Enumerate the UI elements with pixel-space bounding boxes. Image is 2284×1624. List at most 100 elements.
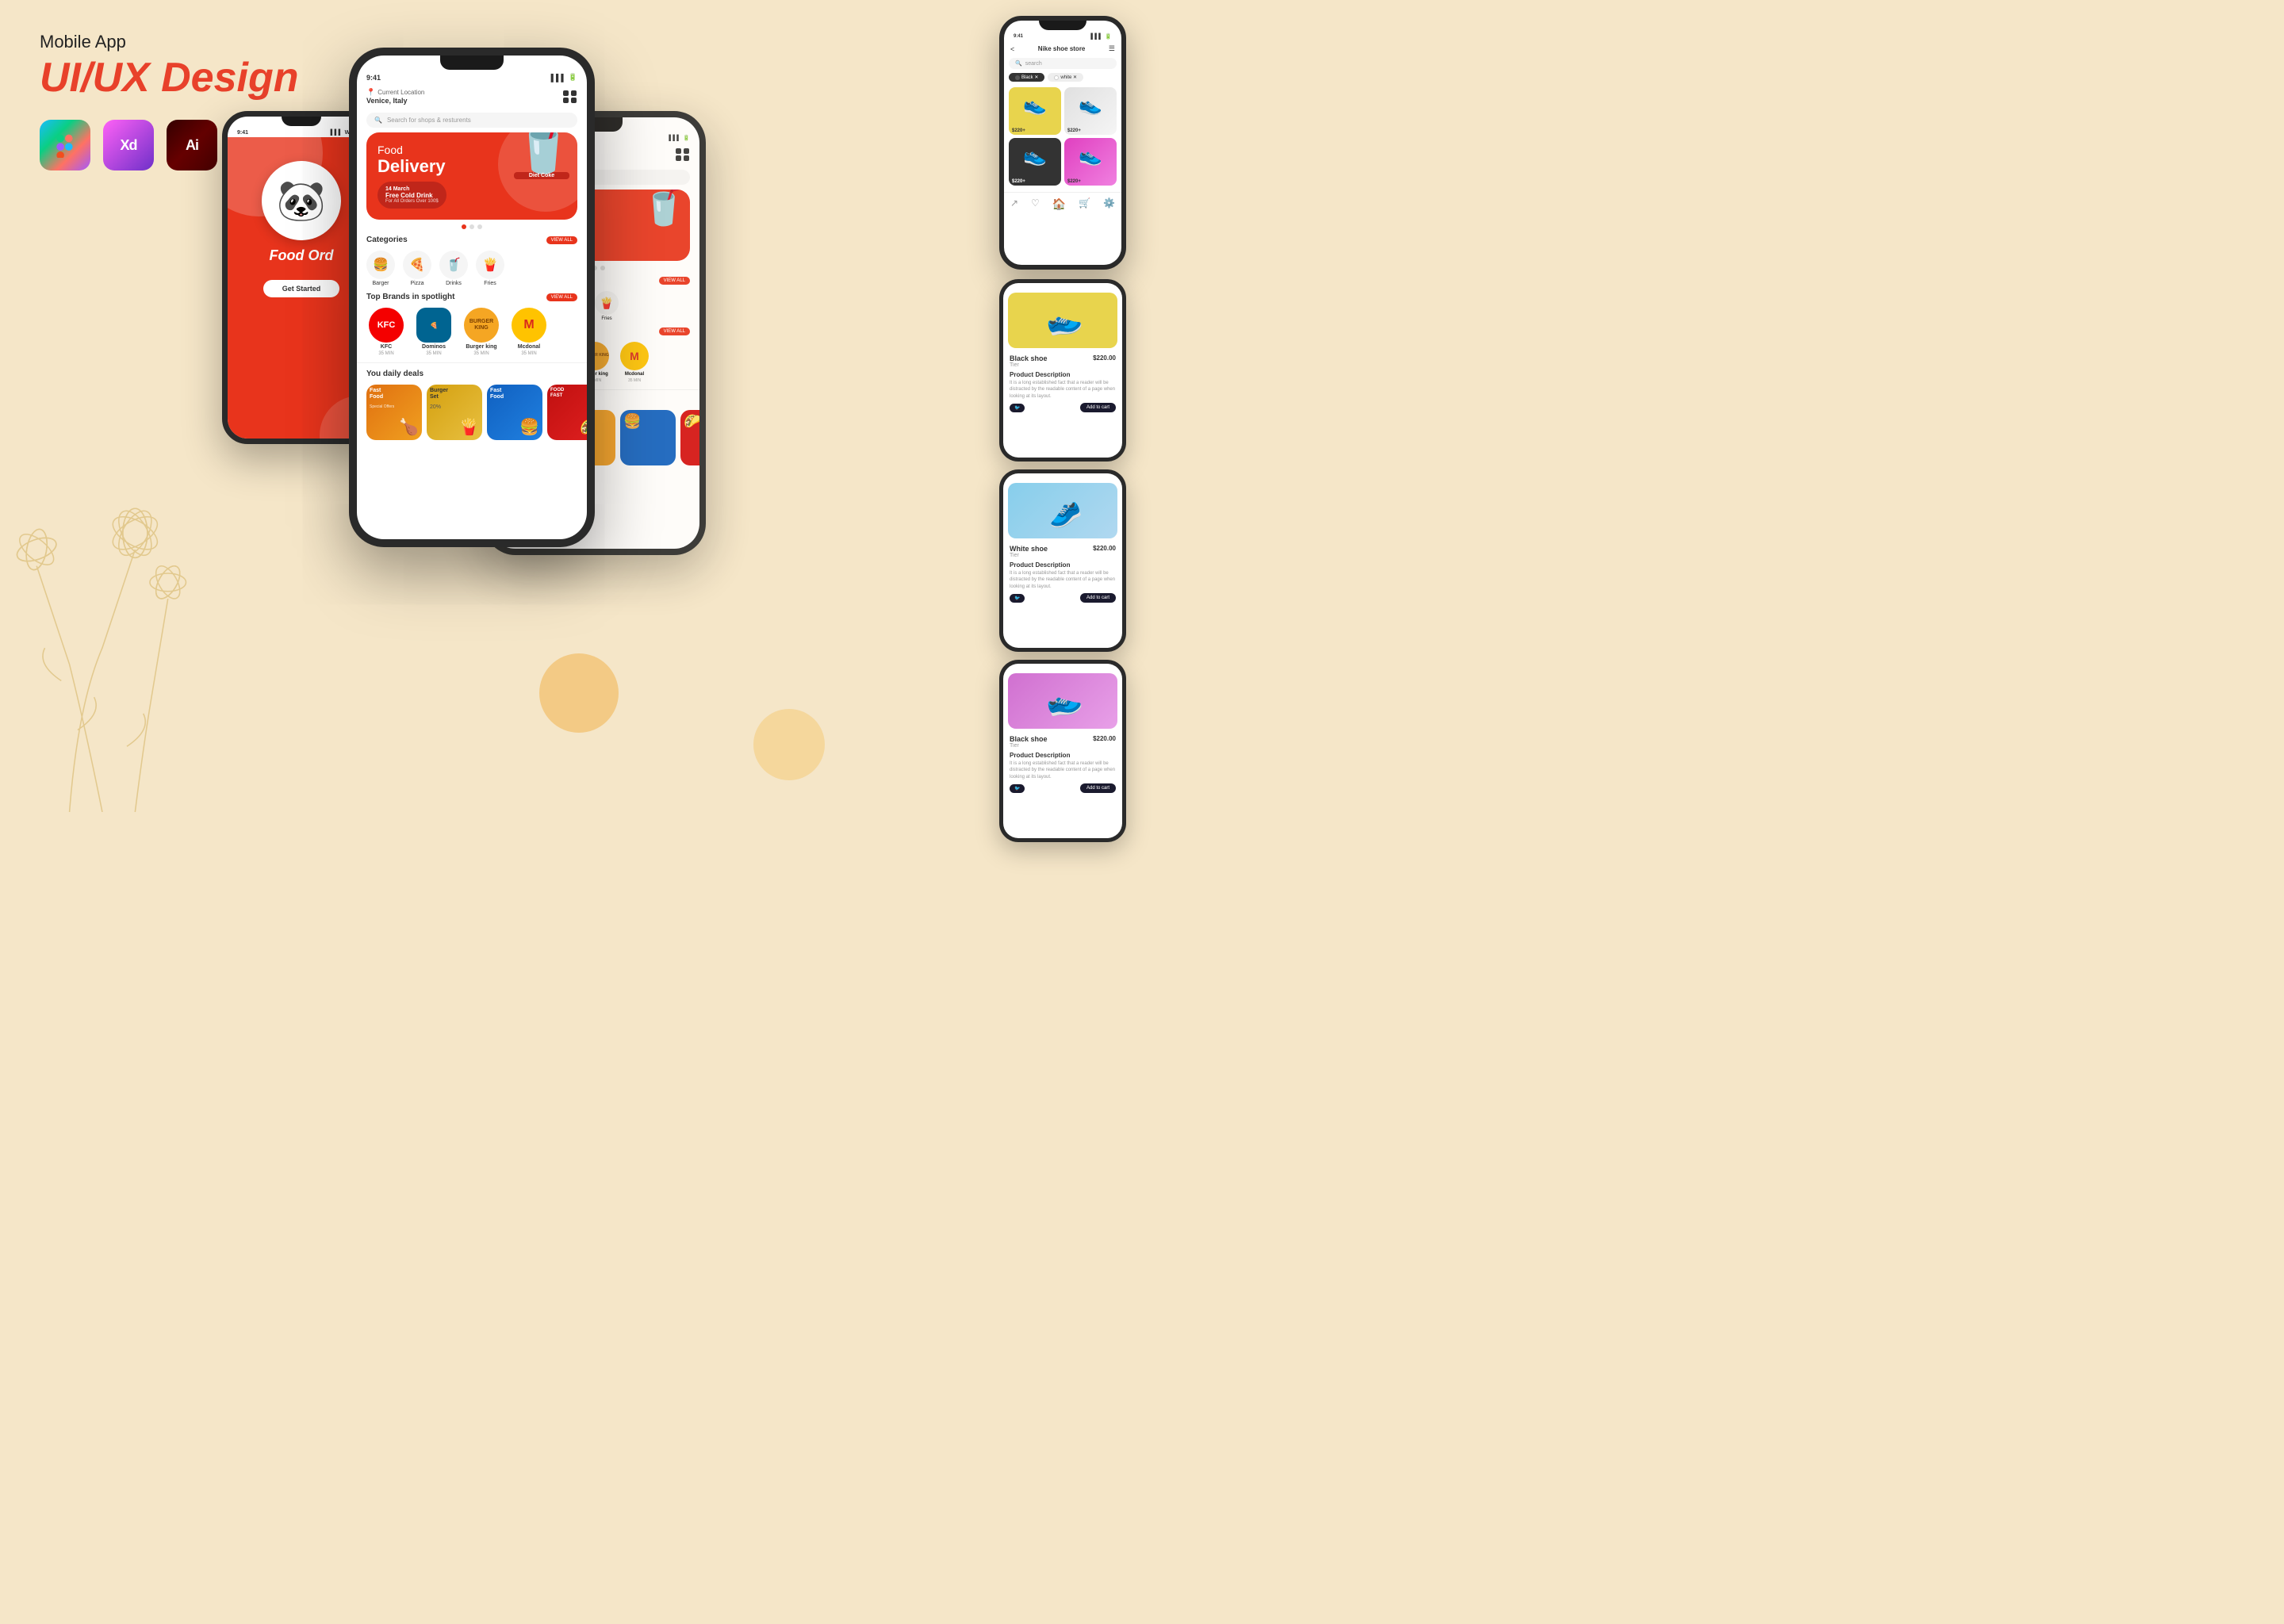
- nike-card-4[interactable]: 👟 $220+: [1064, 138, 1117, 186]
- food-app-screen: 9:41 ▌▌▌🔋 📍 Current Location Venice, Ita…: [357, 56, 587, 539]
- kfc-time: 35 MIN: [378, 351, 393, 356]
- category-pizza[interactable]: 🍕 Pizza: [403, 251, 431, 286]
- black-shoe-tier: Tier: [1010, 362, 1048, 368]
- deal-1[interactable]: FastFood Special Offers 🍗: [366, 385, 422, 440]
- pizza-label: Pizza: [410, 281, 423, 286]
- deals-header: You daily deals: [357, 366, 587, 381]
- brands-view-all[interactable]: VIEW ALL: [546, 293, 577, 301]
- nike-card-1[interactable]: 👟 $220+: [1009, 87, 1061, 135]
- burger-king-name: Burger king: [466, 344, 496, 350]
- purple-shoe-twitter-icon[interactable]: 🐦: [1010, 784, 1025, 793]
- kfc-name: KFC: [381, 344, 392, 350]
- nav-home-icon[interactable]: 🏠: [1052, 197, 1066, 211]
- nike-menu-icon[interactable]: ☰: [1109, 44, 1115, 53]
- nike-bottom-nav: ↗ ♡ 🏠 🛒 ⚙️: [1004, 192, 1121, 216]
- categories-title: Categories: [366, 236, 408, 244]
- nav-heart-icon[interactable]: ♡: [1031, 197, 1040, 211]
- burger-king-time: 35 MIN: [473, 351, 489, 356]
- purple-shoe-info: Black shoe Tier $220.00 Product Descript…: [1003, 732, 1122, 796]
- kfc-logo: KFC: [369, 308, 404, 343]
- phone-main: 9:41 ▌▌▌🔋 📍 Current Location Venice, Ita…: [349, 48, 595, 547]
- drinks-icon: 🥤: [439, 251, 468, 279]
- white-shoe-price: $220.00: [1093, 545, 1116, 552]
- flower-decoration: [0, 336, 254, 812]
- white-shoe-info: White shoe Tier $220.00 Product Descript…: [1003, 542, 1122, 606]
- black-shoe-name: Black shoe: [1010, 354, 1048, 362]
- search-placeholder: Search for shops & resturents: [387, 117, 471, 124]
- search-bar[interactable]: 🔍 Search for shops & resturents: [366, 113, 577, 128]
- white-shoe-desc-title: Product Description: [1010, 561, 1116, 569]
- brand-burger-king[interactable]: BURGER KING Burger king 35 MIN: [462, 308, 501, 356]
- mcdonalds-name: Mcdonal: [518, 344, 540, 350]
- deals-row: FastFood Special Offers 🍗 BurgerSet 20% …: [357, 381, 587, 443]
- nike-back-btn[interactable]: <: [1010, 45, 1014, 53]
- brands-row: KFC KFC 35 MIN 🍕 Dominos 35 MIN BURGER K…: [357, 304, 587, 359]
- white-shoe-add-to-cart[interactable]: Add to cart: [1080, 593, 1116, 603]
- purple-shoe-image: 👟: [1008, 673, 1117, 729]
- hero-title: Food: [377, 144, 566, 156]
- nike-search-bar[interactable]: 🔍 search: [1009, 58, 1117, 69]
- promo-bold: Free Cold Drink: [385, 192, 439, 199]
- dot-1: [462, 224, 466, 229]
- categories-view-all[interactable]: VIEW ALL: [546, 236, 577, 244]
- main-time: 9:41: [366, 74, 381, 82]
- food-header: 📍 Current Location Venice, Italy: [357, 83, 587, 109]
- white-shoe-desc: It is a long established fact that a rea…: [1010, 570, 1116, 590]
- nike-product-grid: 👟 $220+ 👟 $220+ 👟 $220+ 👟 $220+: [1004, 84, 1121, 189]
- burger-label: Barger: [372, 281, 389, 286]
- black-shoe-price: $220.00: [1093, 354, 1116, 362]
- nike-card-2[interactable]: 👟 $220+: [1064, 87, 1117, 135]
- dot-3: [477, 224, 482, 229]
- purple-shoe-desc-title: Product Description: [1010, 752, 1116, 759]
- brand-mcdonalds[interactable]: M Mcdonal 35 MIN: [509, 308, 549, 356]
- deal-3[interactable]: FastFood 🍔: [487, 385, 542, 440]
- mcdonalds-logo: M: [512, 308, 546, 343]
- nav-cart-icon[interactable]: 🛒: [1079, 197, 1090, 211]
- brand-kfc[interactable]: KFC KFC 35 MIN: [366, 308, 406, 356]
- nav-settings-icon[interactable]: ⚙️: [1103, 197, 1115, 211]
- dominos-time: 35 MIN: [426, 351, 441, 356]
- purple-shoe-price: $220.00: [1093, 735, 1116, 742]
- status-icons: ▌▌▌🔋: [551, 73, 577, 82]
- nike-phone-white-shoe: 👟 White shoe Tier $220.00 Product Descri…: [999, 469, 1126, 652]
- category-fries[interactable]: 🍟 Fries: [476, 251, 504, 286]
- black-shoe-desc-title: Product Description: [1010, 371, 1116, 378]
- nike-search-placeholder: search: [1025, 61, 1042, 67]
- nike-main-phone: 9:41 ▌▌▌🔋 < Nike shoe store ☰ 🔍 search B…: [999, 16, 1126, 270]
- nike-purple-shoe-screen: 👟 Black shoe Tier $220.00 Product Descri…: [1003, 664, 1122, 838]
- categories-header: Categories VIEW ALL: [357, 232, 587, 247]
- black-shoe-image: 👟: [1008, 293, 1117, 348]
- search-icon: 🔍: [374, 117, 382, 124]
- hero-banner: Food Delivery 14 March Free Cold Drink F…: [366, 132, 577, 220]
- brand-dominos[interactable]: 🍕 Dominos 35 MIN: [414, 308, 454, 356]
- mcdonalds-time: 35 MIN: [521, 351, 536, 356]
- right-phones-section: 9:41 ▌▌▌🔋 < Nike shoe store ☰ 🔍 search B…: [999, 16, 1126, 842]
- black-shoe-twitter-icon[interactable]: 🐦: [1010, 404, 1025, 412]
- carousel-dots: [357, 224, 587, 229]
- nav-share-icon[interactable]: ↗: [1010, 197, 1018, 211]
- phones-container: 9:41 ▌▌▌WiFi🔋 🐼 Food Ord: [238, 48, 1023, 780]
- brands-title: Top Brands in spotlight: [366, 293, 454, 301]
- menu-grid-icon[interactable]: [563, 90, 577, 103]
- purple-shoe-add-to-cart[interactable]: Add to cart: [1080, 783, 1116, 793]
- nike-card-3[interactable]: 👟 $220+: [1009, 138, 1061, 186]
- location-city: Venice, Italy: [366, 97, 424, 105]
- deal-2[interactable]: BurgerSet 20% 🍟: [427, 385, 482, 440]
- burger-king-logo: BURGER KING: [464, 308, 499, 343]
- purple-shoe-desc: It is a long established fact that a rea…: [1010, 760, 1116, 780]
- promo-date: 14 March: [385, 186, 439, 192]
- deal-4[interactable]: FOODFAST 🌮: [547, 385, 587, 440]
- white-shoe-name: White shoe: [1010, 545, 1048, 553]
- filter-white[interactable]: white ✕: [1048, 73, 1083, 82]
- nike-phone-purple-shoe: 👟 Black shoe Tier $220.00 Product Descri…: [999, 660, 1126, 842]
- get-started-btn[interactable]: Get Started: [263, 280, 340, 297]
- category-drinks[interactable]: 🥤 Drinks: [439, 251, 468, 286]
- pizza-icon: 🍕: [403, 251, 431, 279]
- brands-header: Top Brands in spotlight VIEW ALL: [357, 289, 587, 304]
- category-burger[interactable]: 🍔 Barger: [366, 251, 395, 286]
- nike-white-shoe-screen: 👟 White shoe Tier $220.00 Product Descri…: [1003, 473, 1122, 648]
- white-shoe-twitter-icon[interactable]: 🐦: [1010, 594, 1025, 603]
- filter-black[interactable]: Black ✕: [1009, 73, 1044, 82]
- promo-sub: For All Orders Over 100$: [385, 199, 439, 204]
- black-shoe-add-to-cart[interactable]: Add to cart: [1080, 403, 1116, 412]
